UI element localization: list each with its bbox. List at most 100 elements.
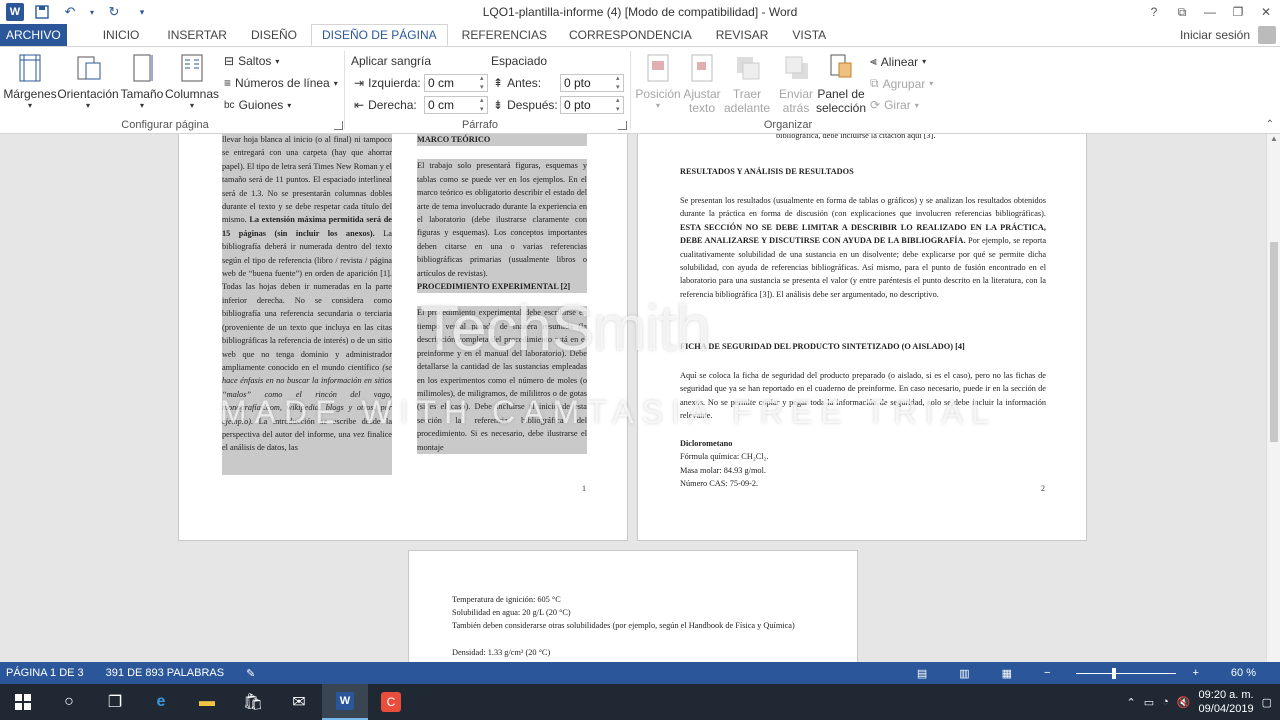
camtasia-icon[interactable]: C	[368, 684, 414, 720]
indent-left-input[interactable]: 0 cm	[424, 74, 488, 92]
page-setup-launcher-icon[interactable]	[334, 121, 343, 130]
spacing-after-input[interactable]: 0 pto	[560, 96, 624, 114]
columns-button[interactable]: Columnas ▾	[165, 53, 219, 110]
network-icon[interactable]: ◔	[1162, 696, 1169, 708]
tab-page-layout[interactable]: DISEÑO DE PÁGINA	[310, 24, 448, 46]
size-icon	[133, 54, 153, 82]
minimize-icon[interactable]: —	[1196, 0, 1224, 24]
tab-insert[interactable]: INSERTAR	[157, 24, 237, 46]
page-count[interactable]: PÁGINA 1 DE 3	[6, 667, 84, 679]
word-count[interactable]: 391 DE 893 PALABRAS	[106, 667, 224, 679]
read-mode-icon[interactable]: ▤	[917, 667, 927, 680]
watermark-logo: TechSmith	[420, 292, 711, 364]
volume-icon[interactable]: 🔇	[1177, 696, 1191, 709]
zoom-level[interactable]: 60 %	[1231, 667, 1256, 679]
notifications-icon[interactable]: ▢	[1262, 696, 1272, 709]
tab-view[interactable]: VISTA	[782, 24, 836, 46]
position-button[interactable]: Posición ▾	[635, 53, 681, 110]
start-icon[interactable]	[0, 684, 46, 720]
show-hidden-icons-icon[interactable]: ⌃	[1127, 696, 1136, 709]
spacing-after-label: ⇟ Después:	[493, 98, 558, 112]
tab-file[interactable]: ARCHIVO	[0, 24, 67, 46]
send-backward-icon	[785, 56, 808, 79]
spacing-heading: Espaciado	[491, 54, 548, 68]
zoom-out-icon[interactable]: −	[1044, 667, 1050, 679]
align-button[interactable]: ⫷ Alinear ▾	[870, 54, 926, 69]
margins-icon	[19, 54, 41, 82]
position-icon	[647, 54, 669, 82]
page-number: 1	[582, 484, 586, 493]
web-layout-icon[interactable]: ▦	[1002, 667, 1012, 680]
zoom-in-icon[interactable]: +	[1192, 667, 1198, 679]
status-bar: PÁGINA 1 DE 3 391 DE 893 PALABRAS ✎ ▤ ▥ …	[0, 662, 1280, 684]
spacing-before-input[interactable]: 0 pto	[560, 74, 624, 92]
bring-forward-button[interactable]: Traer adelante	[722, 53, 772, 115]
customize-qat-icon[interactable]: ▾	[132, 2, 152, 22]
close-icon[interactable]: ✕	[1252, 0, 1280, 24]
margins-button[interactable]: Márgenes ▾	[3, 53, 57, 110]
zoom-slider[interactable]	[1076, 667, 1177, 679]
word-taskbar-icon[interactable]: W	[322, 684, 368, 720]
tab-home[interactable]: INICIO	[93, 24, 150, 46]
scrollbar-thumb[interactable]	[1270, 242, 1278, 442]
indent-left-label: ⇥ Izquierda:	[354, 76, 421, 90]
ribbon-display-icon[interactable]: ⧉	[1168, 0, 1196, 24]
group-icon: ⧉	[870, 76, 879, 90]
hyphenation-button[interactable]: bc Guiones ▾	[224, 98, 291, 112]
edge-icon[interactable]: e	[138, 684, 184, 720]
size-button[interactable]: Tamaño ▾	[120, 53, 164, 110]
tab-design[interactable]: DISEÑO	[241, 24, 307, 46]
battery-icon[interactable]: ▭	[1144, 696, 1154, 709]
save-icon[interactable]	[32, 2, 52, 22]
store-icon[interactable]: 🛍	[230, 684, 276, 720]
tab-review[interactable]: REVISAR	[706, 24, 779, 46]
group-objects-button[interactable]: ⧉ Agrupar ▾	[870, 76, 933, 91]
line-numbers-icon: ≡	[224, 76, 232, 90]
user-icon[interactable]	[1258, 26, 1276, 44]
watermark-trial-text: MADE WITH CAMTASIA FREE TRIAL	[220, 394, 997, 430]
indent-heading: Aplicar sangría	[351, 54, 432, 68]
proofing-icon[interactable]: ✎	[246, 667, 255, 680]
system-tray: ⌃ ▭ ◔ 🔇 09:20 a. m. 09/04/2019 ▢	[1127, 684, 1280, 720]
cortana-icon[interactable]: ○	[46, 684, 92, 720]
zoom-slider-thumb[interactable]	[1112, 667, 1117, 679]
vertical-scrollbar[interactable]: ▲	[1266, 134, 1280, 662]
tab-mailings[interactable]: CORRESPONDENCIA	[559, 24, 702, 46]
redo-icon[interactable]: ↻	[104, 2, 124, 22]
orientation-icon	[77, 56, 101, 80]
bring-forward-icon	[737, 57, 760, 80]
scroll-up-icon[interactable]: ▲	[1267, 134, 1280, 143]
document-area[interactable]: llevar hoja blanca al inicio (o al final…	[0, 134, 1266, 662]
tab-references[interactable]: REFERENCIAS	[452, 24, 557, 46]
ribbon-tabs: ARCHIVO INICIO INSERTAR DISEÑO DISEÑO DE…	[0, 24, 1280, 46]
print-layout-icon[interactable]: ▥	[959, 667, 969, 680]
indent-right-icon: ⇤	[354, 98, 365, 112]
indent-right-input[interactable]: 0 cm	[424, 96, 488, 114]
undo-icon[interactable]: ↶	[60, 2, 80, 22]
clock[interactable]: 09:20 a. m. 09/04/2019	[1199, 688, 1254, 716]
sign-in-link[interactable]: Iniciar sesión	[1180, 28, 1250, 42]
windows-taskbar: ○ ❐ e ▬ 🛍 ✉ W C ⌃ ▭ ◔ 🔇 09:20 a. m. 09/0…	[0, 684, 1280, 720]
quick-access-toolbar: W ↶ ▾ ↻ ▾	[0, 0, 152, 24]
send-backward-button[interactable]: Enviar atrás	[774, 53, 818, 115]
undo-dropdown-icon[interactable]: ▾	[88, 2, 96, 22]
collapse-ribbon-icon[interactable]: ⌃	[1266, 119, 1274, 130]
page-3[interactable]: Temperatura de ignición: 605 °C Solubili…	[408, 550, 858, 662]
maximize-icon[interactable]: ❐	[1224, 0, 1252, 24]
breaks-button[interactable]: ⊟ Saltos ▾	[224, 54, 279, 68]
paragraph-launcher-icon[interactable]	[618, 121, 627, 130]
task-view-icon[interactable]: ❐	[92, 684, 138, 720]
help-icon[interactable]: ?	[1140, 0, 1168, 24]
orientation-button[interactable]: Orientación ▾	[57, 53, 119, 110]
line-numbers-button[interactable]: ≡ Números de línea ▾	[224, 76, 338, 90]
wrap-text-button[interactable]: Ajustar texto	[682, 53, 722, 115]
group-label-paragraph: Párrafo	[461, 119, 499, 131]
align-icon: ⫷	[870, 54, 877, 68]
page-number: 2	[1041, 484, 1045, 493]
selection-pane-button[interactable]: Panel de selección	[816, 53, 866, 115]
mail-icon[interactable]: ✉	[276, 684, 322, 720]
rotate-button[interactable]: ⟳ Girar ▾	[870, 98, 919, 112]
results-paragraph[interactable]: Se presentan los resultados (usualmente …	[680, 194, 1046, 306]
file-explorer-icon[interactable]: ▬	[184, 684, 230, 720]
word-logo-icon: W	[6, 3, 24, 21]
